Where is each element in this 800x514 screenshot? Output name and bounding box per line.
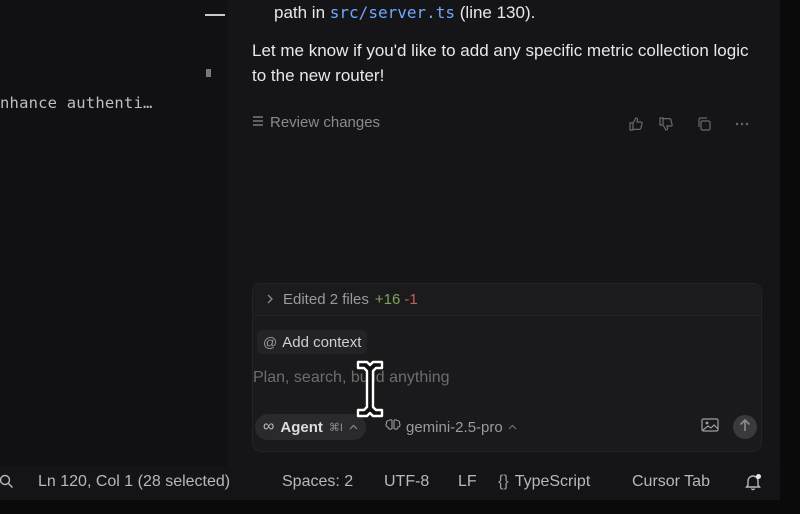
chevron-up-icon (508, 419, 517, 436)
encoding[interactable]: UTF-8 (384, 473, 429, 491)
add-context-label: Add context (282, 333, 362, 351)
bullet-text-after: (line 130). (459, 3, 536, 22)
arrow-up-icon (739, 418, 751, 437)
brain-icon (385, 418, 401, 436)
message-actions: Review changes (252, 114, 762, 134)
model-select[interactable]: gemini-2.5-pro (385, 414, 517, 440)
image-icon[interactable] (701, 417, 721, 437)
code-line: nhance authenti… (0, 94, 153, 112)
review-changes-label: Review changes (270, 114, 381, 131)
copy-icon[interactable] (694, 114, 714, 134)
file-path-link[interactable]: src/server.ts (330, 3, 455, 22)
language-label: TypeScript (514, 473, 591, 490)
language-mode[interactable]: {} TypeScript (498, 473, 590, 491)
thumbs-up-icon[interactable] (626, 114, 646, 134)
review-changes-button[interactable]: Review changes (252, 114, 380, 131)
more-icon[interactable] (732, 114, 752, 134)
additions-count: +16 (374, 291, 401, 308)
braces-icon: {} (498, 473, 509, 490)
message-bullet: path in src/server.ts (line 130). (274, 3, 535, 23)
cursor-position[interactable]: Ln 120, Col 1 (28 selected) (38, 473, 230, 491)
status-bar: Ln 120, Col 1 (28 selected) Spaces: 2 UT… (0, 466, 780, 500)
assistant-message: Let me know if you'd like to add any spe… (252, 41, 749, 85)
cursor-tab[interactable]: Cursor Tab (632, 473, 710, 491)
thumbs-down-icon[interactable] (656, 114, 676, 134)
search-icon[interactable] (0, 473, 14, 494)
model-label: gemini-2.5-pro (406, 418, 503, 436)
bullet-text: path in (274, 3, 326, 22)
infinity-icon: ∞ (263, 418, 275, 435)
list-icon (252, 114, 264, 131)
edited-files-label: Edited 2 files (283, 291, 369, 308)
composer: @ Add context ∞ Agent ⌘I gemini-2.5-pro (252, 315, 762, 452)
composer-input[interactable] (253, 366, 743, 390)
agent-mode-select[interactable]: ∞ Agent ⌘I (255, 414, 366, 440)
agent-mode-label: Agent (280, 418, 323, 436)
line-endings[interactable]: LF (458, 473, 477, 491)
send-button[interactable] (733, 415, 757, 439)
window-edge (780, 0, 800, 514)
indentation[interactable]: Spaces: 2 (282, 473, 353, 491)
chevron-right-icon (265, 291, 275, 308)
code-editor[interactable]: nhance authenti… (0, 0, 228, 466)
edited-files-toggle[interactable]: Edited 2 files +16 -1 (252, 283, 762, 315)
gutter-marker (206, 69, 211, 77)
deletions-count: -1 (404, 291, 418, 308)
add-context-button[interactable]: @ Add context (257, 330, 368, 354)
agent-shortcut: ⌘I (328, 421, 343, 434)
diff-marker (205, 14, 225, 16)
window-bottom-edge (0, 500, 800, 514)
at-sign-icon: @ (263, 334, 278, 350)
bell-icon[interactable] (744, 473, 762, 496)
chevron-up-icon (349, 419, 358, 436)
